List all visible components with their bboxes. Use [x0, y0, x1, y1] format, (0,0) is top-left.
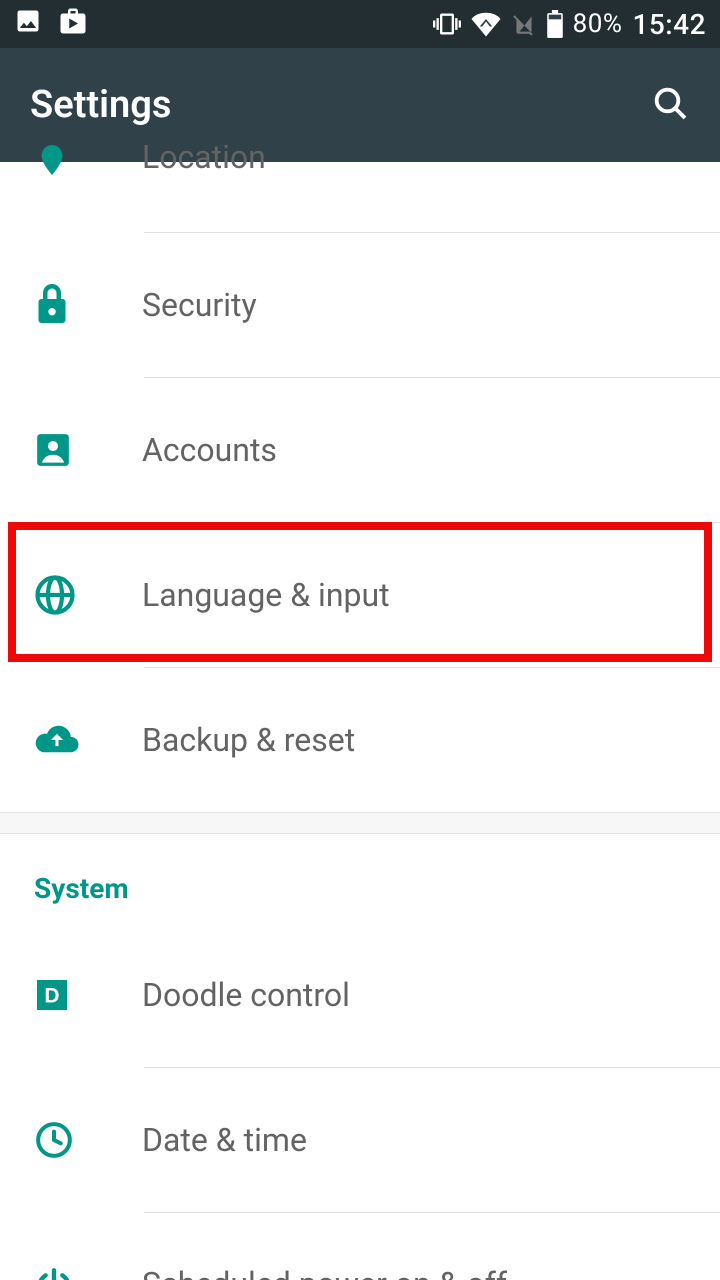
settings-item-label: Accounts — [142, 431, 277, 469]
cloud-upload-icon — [34, 723, 142, 757]
no-sim-icon — [511, 11, 537, 37]
settings-item-location[interactable]: Location — [0, 162, 720, 232]
battery-icon — [547, 10, 563, 38]
doodle-icon: D — [34, 977, 142, 1013]
wifi-icon — [471, 9, 501, 39]
svg-text:D: D — [44, 985, 59, 1008]
settings-item-label: Security — [142, 286, 257, 324]
settings-item-label: Date & time — [142, 1121, 307, 1159]
settings-item-doodle[interactable]: D Doodle control — [0, 923, 720, 1067]
settings-item-label: Language & input — [142, 576, 390, 614]
settings-item-security[interactable]: Security — [0, 233, 720, 377]
settings-item-scheduled[interactable]: Scheduled power on & off — [0, 1213, 720, 1280]
settings-list: Location Security Accounts Language & in… — [0, 162, 720, 1280]
settings-item-label: Location — [142, 138, 266, 176]
settings-item-datetime[interactable]: Date & time — [0, 1068, 720, 1212]
battery-percentage: 80% — [573, 9, 623, 39]
status-bar: 80% 15:42 — [0, 0, 720, 48]
account-icon — [34, 431, 142, 469]
settings-item-label: Doodle control — [142, 976, 350, 1014]
location-icon — [34, 142, 142, 178]
globe-icon — [34, 574, 142, 616]
search-icon[interactable] — [650, 83, 690, 127]
section-header-system: System — [0, 834, 720, 923]
lock-icon — [34, 284, 142, 326]
page-title: Settings — [30, 83, 171, 127]
clock-icon — [34, 1120, 142, 1160]
play-store-icon — [58, 6, 88, 43]
image-icon — [14, 7, 42, 42]
section-header-label: System — [34, 872, 129, 905]
vibrate-icon — [433, 10, 461, 38]
settings-item-language[interactable]: Language & input — [0, 523, 720, 667]
status-clock: 15:42 — [632, 8, 706, 41]
settings-item-label: Scheduled power on & off — [142, 1265, 507, 1280]
power-icon — [34, 1267, 142, 1280]
settings-item-label: Backup & reset — [142, 721, 355, 759]
settings-item-accounts[interactable]: Accounts — [0, 378, 720, 522]
settings-item-backup[interactable]: Backup & reset — [0, 668, 720, 812]
